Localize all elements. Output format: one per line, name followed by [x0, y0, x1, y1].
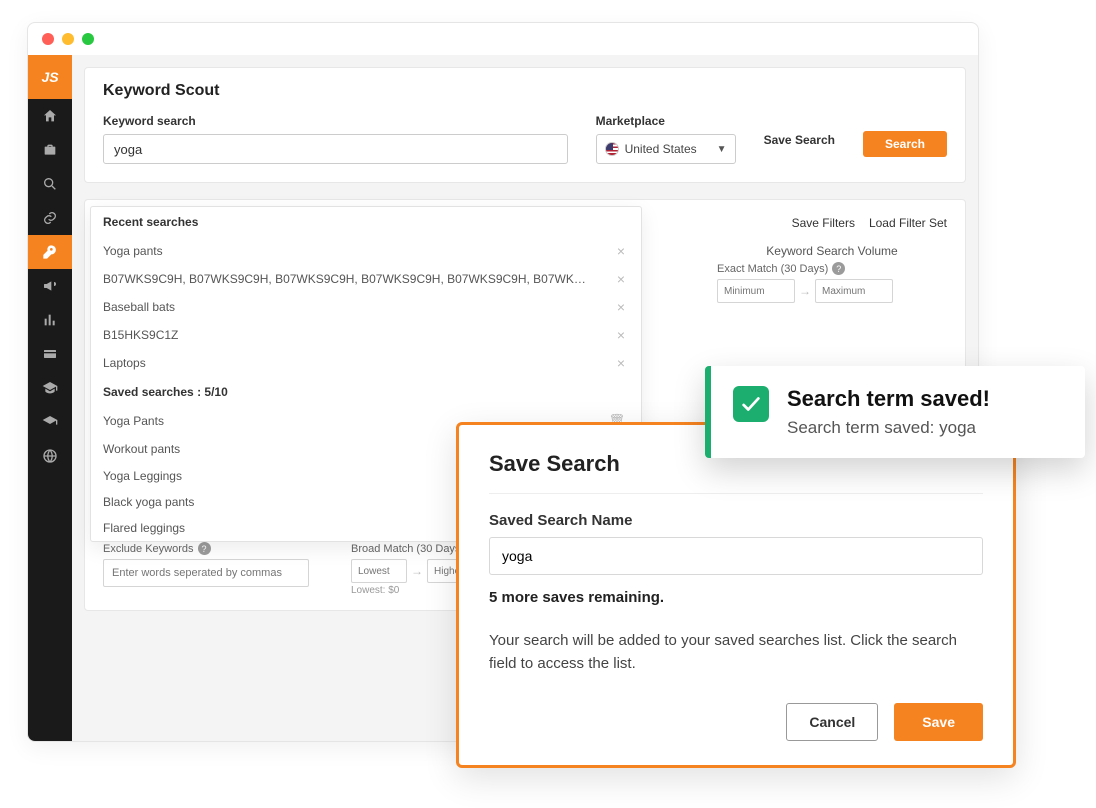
remove-icon[interactable]: × — [613, 355, 629, 371]
saved-searches-header: Saved searches : 5/10 — [91, 377, 641, 407]
minimize-dot[interactable] — [62, 33, 74, 45]
nav-grad2[interactable] — [28, 405, 72, 439]
broad-low[interactable] — [351, 559, 407, 583]
recent-item[interactable]: Baseball bats× — [91, 293, 641, 321]
exclude-label: Exclude Keywords? — [103, 542, 323, 555]
recent-item[interactable]: Laptops× — [91, 349, 641, 377]
bars-icon — [42, 312, 58, 328]
globe-icon — [42, 448, 58, 464]
check-icon — [733, 386, 769, 422]
success-toast: Search term saved! Search term saved: yo… — [705, 366, 1085, 458]
help-icon[interactable]: ? — [198, 542, 211, 555]
cancel-button[interactable]: Cancel — [786, 703, 878, 741]
recent-item[interactable]: B07WKS9C9H, B07WKS9C9H, B07WKS9C9H, B07W… — [91, 265, 641, 293]
close-dot[interactable] — [42, 33, 54, 45]
key-icon — [42, 244, 58, 260]
save-filters-link[interactable]: Save Filters — [792, 216, 855, 230]
save-button[interactable]: Save — [894, 703, 983, 741]
marketplace-value: United States — [625, 142, 697, 156]
exclude-input[interactable] — [103, 559, 309, 587]
briefcase-icon — [42, 142, 58, 158]
nav-bars[interactable] — [28, 303, 72, 337]
nav-home[interactable] — [28, 99, 72, 133]
exact-min-input[interactable] — [717, 279, 795, 303]
recent-item[interactable]: B15HKS9C1Z× — [91, 321, 641, 349]
search-icon — [42, 176, 58, 192]
chevron-down-icon: ▼ — [717, 144, 727, 155]
toast-subtitle: Search term saved: yoga — [787, 418, 990, 438]
top-row: Keyword search Marketplace United States… — [103, 114, 947, 164]
nav-link[interactable] — [28, 201, 72, 235]
nav-search[interactable] — [28, 167, 72, 201]
remove-icon[interactable]: × — [613, 327, 629, 343]
volume-header: Keyword Search Volume — [717, 244, 947, 258]
name-label: Saved Search Name — [489, 512, 983, 529]
sidebar: JS — [28, 55, 72, 741]
search-block: Keyword search — [103, 114, 568, 164]
help-icon[interactable]: ? — [832, 262, 845, 275]
recent-item[interactable]: Yoga pants× — [91, 237, 641, 265]
link-icon — [42, 210, 58, 226]
modal-description: Your search will be added to your saved … — [489, 630, 983, 675]
home-icon — [42, 108, 58, 124]
exact-match-label: Exact Match (30 Days)? — [717, 262, 947, 275]
remove-icon[interactable]: × — [613, 243, 629, 259]
megaphone-icon — [42, 278, 58, 294]
save-search-modal: Save Search Saved Search Name 5 more sav… — [456, 422, 1016, 768]
divider — [489, 493, 983, 494]
toast-title: Search term saved! — [787, 386, 990, 412]
nav-megaphone[interactable] — [28, 269, 72, 303]
nav-keyword[interactable] — [28, 235, 72, 269]
search-button[interactable]: Search — [863, 131, 947, 157]
nav-card[interactable] — [28, 337, 72, 371]
zoom-dot[interactable] — [82, 33, 94, 45]
arrow-icon: → — [799, 284, 811, 298]
search-input[interactable] — [103, 134, 568, 164]
titlebar — [28, 23, 978, 55]
nav-grad[interactable] — [28, 371, 72, 405]
exact-match-range: → — [717, 279, 947, 303]
remove-icon[interactable]: × — [613, 299, 629, 315]
load-filter-set-link[interactable]: Load Filter Set — [869, 216, 947, 230]
saves-remaining: 5 more saves remaining. — [489, 589, 983, 606]
top-card: Keyword Scout Keyword search Marketplace… — [84, 67, 966, 183]
nav-briefcase[interactable] — [28, 133, 72, 167]
flag-icon — [605, 142, 619, 156]
saved-search-name-input[interactable] — [489, 537, 983, 575]
graduation2-icon — [42, 414, 58, 430]
card-icon — [42, 346, 58, 362]
modal-actions: Cancel Save — [489, 703, 983, 741]
page-title: Keyword Scout — [103, 82, 947, 100]
graduation-icon — [42, 380, 58, 396]
nav-globe[interactable] — [28, 439, 72, 473]
exact-max-input[interactable] — [815, 279, 893, 303]
logo[interactable]: JS — [28, 55, 72, 99]
save-search-link[interactable]: Save Search — [764, 114, 835, 147]
remove-icon[interactable]: × — [613, 271, 629, 287]
marketplace-label: Marketplace — [596, 114, 736, 128]
marketplace-select[interactable]: United States ▼ — [596, 134, 736, 164]
recent-searches-header: Recent searches — [91, 207, 641, 237]
marketplace-block: Marketplace United States ▼ — [596, 114, 736, 164]
search-label: Keyword search — [103, 114, 568, 128]
